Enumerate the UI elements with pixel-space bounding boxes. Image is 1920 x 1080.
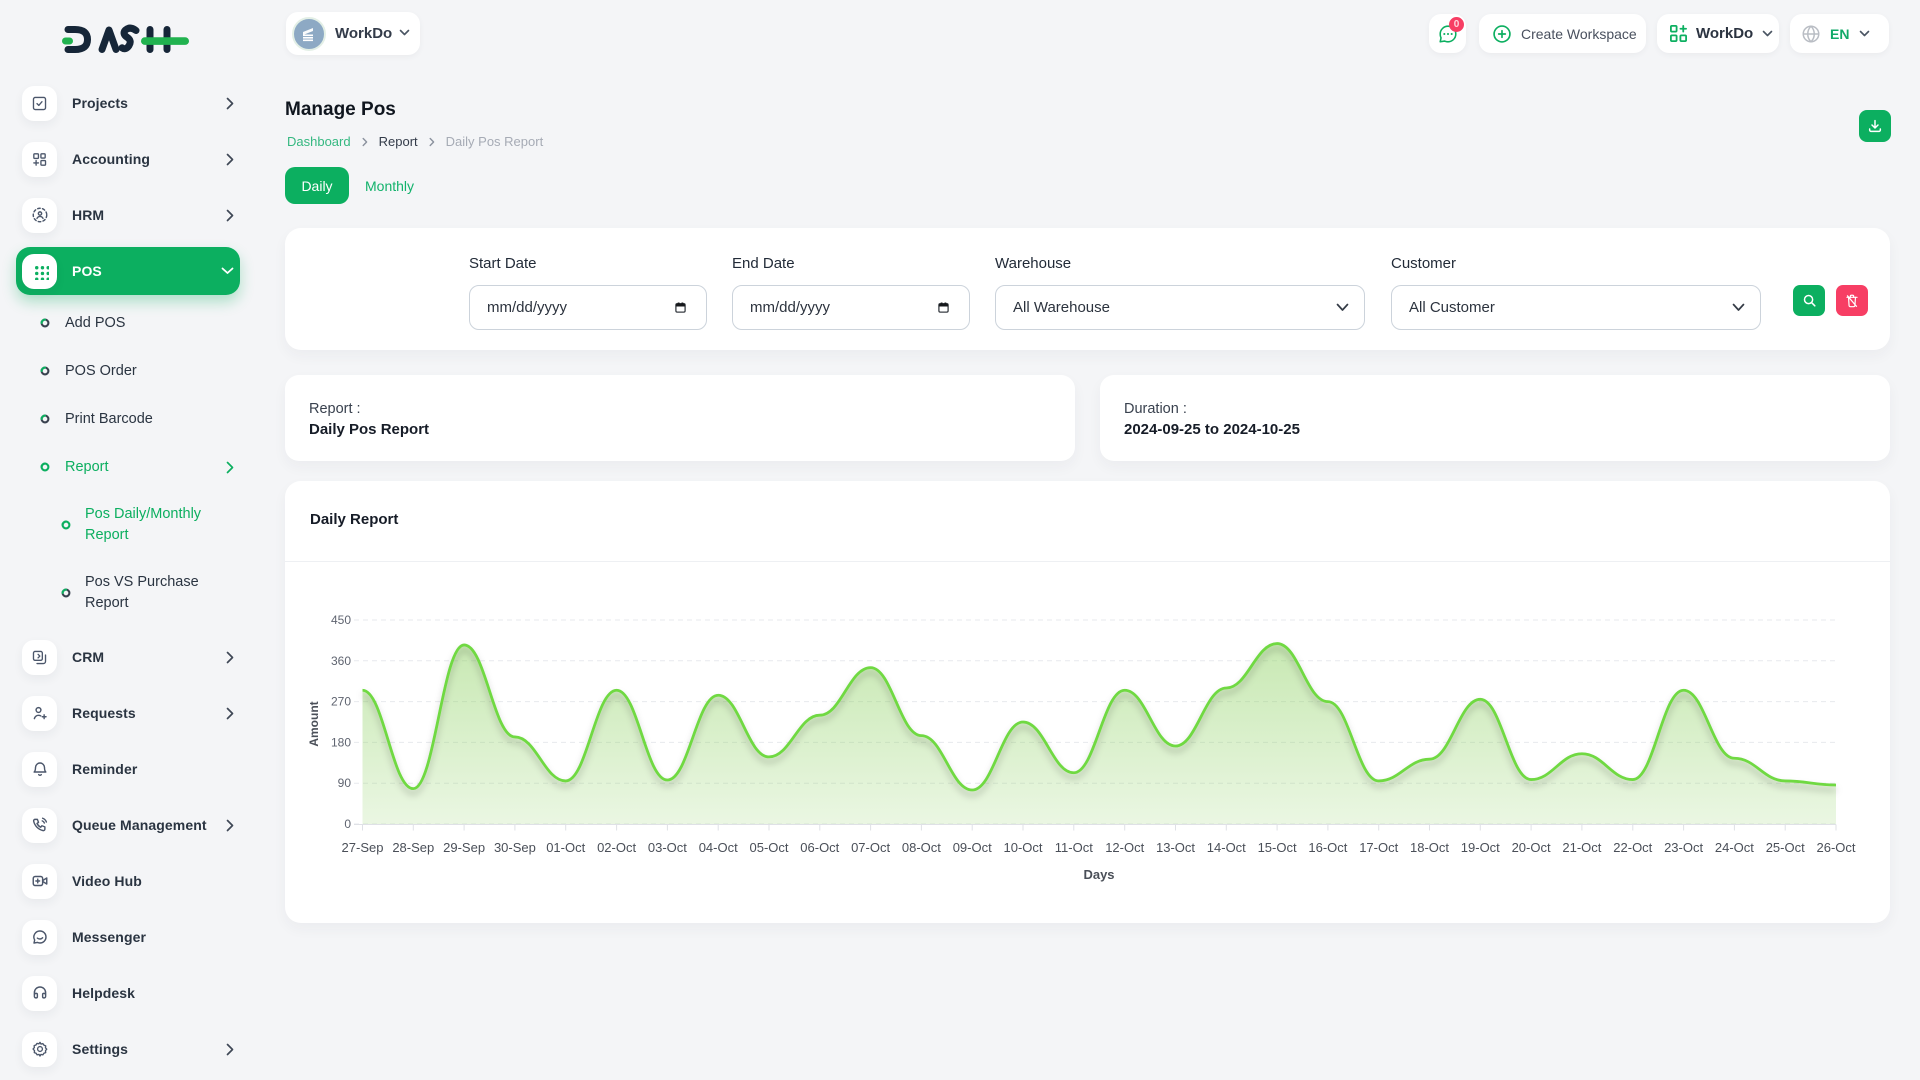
svg-text:20-Oct: 20-Oct bbox=[1512, 840, 1551, 855]
svg-text:01-Oct: 01-Oct bbox=[546, 840, 585, 855]
svg-text:15-Oct: 15-Oct bbox=[1258, 840, 1297, 855]
svg-text:24-Oct: 24-Oct bbox=[1715, 840, 1754, 855]
svg-text:17-Oct: 17-Oct bbox=[1359, 840, 1398, 855]
svg-text:180: 180 bbox=[331, 735, 351, 749]
svg-text:29-Sep: 29-Sep bbox=[443, 840, 485, 855]
svg-text:28-Sep: 28-Sep bbox=[392, 840, 434, 855]
svg-text:27-Sep: 27-Sep bbox=[342, 840, 384, 855]
svg-text:270: 270 bbox=[331, 695, 351, 709]
svg-text:10-Oct: 10-Oct bbox=[1003, 840, 1042, 855]
svg-text:16-Oct: 16-Oct bbox=[1308, 840, 1347, 855]
svg-text:13-Oct: 13-Oct bbox=[1156, 840, 1195, 855]
svg-text:25-Oct: 25-Oct bbox=[1766, 840, 1805, 855]
svg-text:18-Oct: 18-Oct bbox=[1410, 840, 1449, 855]
svg-text:19-Oct: 19-Oct bbox=[1461, 840, 1500, 855]
svg-text:09-Oct: 09-Oct bbox=[953, 840, 992, 855]
svg-text:21-Oct: 21-Oct bbox=[1562, 840, 1601, 855]
svg-text:Amount: Amount bbox=[307, 701, 321, 746]
svg-text:450: 450 bbox=[331, 613, 351, 627]
svg-text:06-Oct: 06-Oct bbox=[800, 840, 839, 855]
svg-text:22-Oct: 22-Oct bbox=[1613, 840, 1652, 855]
svg-text:12-Oct: 12-Oct bbox=[1105, 840, 1144, 855]
svg-text:04-Oct: 04-Oct bbox=[699, 840, 738, 855]
svg-text:05-Oct: 05-Oct bbox=[749, 840, 788, 855]
svg-text:14-Oct: 14-Oct bbox=[1207, 840, 1246, 855]
svg-text:30-Sep: 30-Sep bbox=[494, 840, 536, 855]
svg-text:08-Oct: 08-Oct bbox=[902, 840, 941, 855]
svg-text:03-Oct: 03-Oct bbox=[648, 840, 687, 855]
svg-text:26-Oct: 26-Oct bbox=[1816, 840, 1855, 855]
svg-text:23-Oct: 23-Oct bbox=[1664, 840, 1703, 855]
svg-text:07-Oct: 07-Oct bbox=[851, 840, 890, 855]
svg-text:0: 0 bbox=[344, 817, 351, 831]
svg-text:02-Oct: 02-Oct bbox=[597, 840, 636, 855]
svg-text:360: 360 bbox=[331, 654, 351, 668]
svg-text:11-Oct: 11-Oct bbox=[1055, 840, 1093, 855]
svg-text:Days: Days bbox=[1083, 867, 1114, 882]
svg-text:90: 90 bbox=[338, 776, 352, 790]
